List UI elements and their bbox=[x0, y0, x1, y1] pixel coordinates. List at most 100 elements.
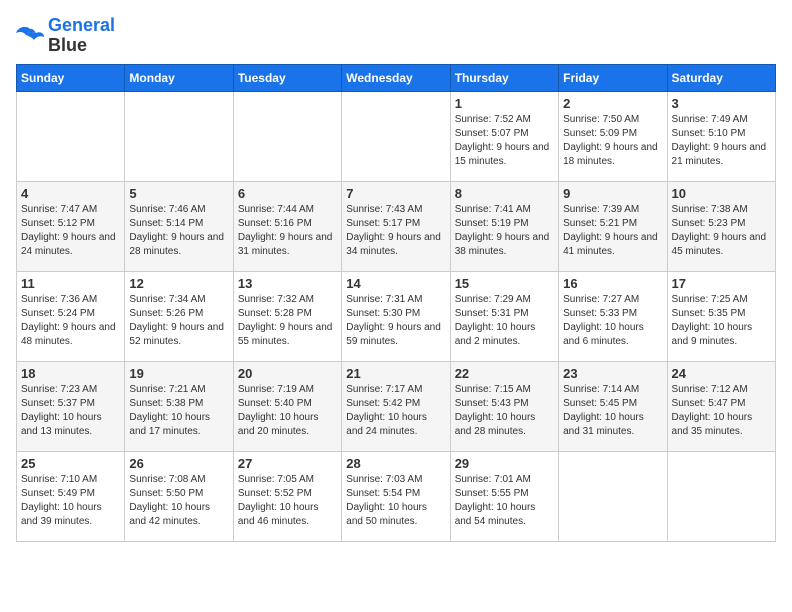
day-number: 7 bbox=[346, 186, 445, 201]
calendar-cell bbox=[233, 91, 341, 181]
calendar-cell bbox=[342, 91, 450, 181]
day-header-thursday: Thursday bbox=[450, 64, 558, 91]
calendar-cell: 7 Sunrise: 7:43 AMSunset: 5:17 PMDaylight… bbox=[342, 181, 450, 271]
day-number: 8 bbox=[455, 186, 554, 201]
logo-icon bbox=[16, 25, 44, 47]
day-detail: Sunrise: 7:25 AMSunset: 5:35 PMDaylight:… bbox=[672, 293, 771, 349]
day-number: 15 bbox=[455, 276, 554, 291]
day-number: 11 bbox=[21, 276, 120, 291]
calendar-cell: 22Sunrise: 7:15 AMSunset: 5:43 PMDayligh… bbox=[450, 361, 558, 451]
calendar-cell: 26 Sunrise: 7:08 AMSunset: 5:50 PMDayligh… bbox=[125, 451, 233, 541]
day-number: 24 bbox=[672, 366, 771, 381]
calendar-week-2: 11 Sunrise: 7:36 AMSunset: 5:24 PMDayligh… bbox=[17, 271, 776, 361]
page-header: GeneralBlue bbox=[16, 16, 776, 56]
day-header-monday: Monday bbox=[125, 64, 233, 91]
day-detail: Sunrise: 7:19 AMSunset: 5:40 PMDaylight:… bbox=[238, 383, 337, 439]
day-number: 23 bbox=[563, 366, 662, 381]
calendar-header: SundayMondayTuesdayWednesdayThursdayFrid… bbox=[17, 64, 776, 91]
day-detail: Sunrise: 7:32 AMSunset: 5:28 PMDaylight:… bbox=[238, 293, 337, 349]
day-detail: Sunrise: 7:46 AMSunset: 5:14 PMDaylight:… bbox=[129, 203, 228, 259]
day-detail: Sunrise: 7:03 AMSunset: 5:54 PMDaylight:… bbox=[346, 473, 445, 529]
calendar-cell: 12 Sunrise: 7:34 AMSunset: 5:26 PMDayligh… bbox=[125, 271, 233, 361]
day-detail: Sunrise: 7:52 AMSunset: 5:07 PMDaylight:… bbox=[455, 113, 554, 169]
day-detail: Sunrise: 7:49 AMSunset: 5:10 PMDaylight:… bbox=[672, 113, 771, 169]
day-number: 16 bbox=[563, 276, 662, 291]
calendar-cell: 25 Sunrise: 7:10 AMSunset: 5:49 PMDayligh… bbox=[17, 451, 125, 541]
day-number: 27 bbox=[238, 456, 337, 471]
calendar-cell bbox=[559, 451, 667, 541]
day-detail: Sunrise: 7:21 AMSunset: 5:38 PMDaylight:… bbox=[129, 383, 228, 439]
day-detail: Sunrise: 7:17 AMSunset: 5:42 PMDaylight:… bbox=[346, 383, 445, 439]
day-number: 12 bbox=[129, 276, 228, 291]
day-detail: Sunrise: 7:29 AMSunset: 5:31 PMDaylight:… bbox=[455, 293, 554, 349]
calendar-cell: 17 Sunrise: 7:25 AMSunset: 5:35 PMDayligh… bbox=[667, 271, 775, 361]
day-number: 19 bbox=[129, 366, 228, 381]
day-number: 13 bbox=[238, 276, 337, 291]
day-detail: Sunrise: 7:50 AMSunset: 5:09 PMDaylight:… bbox=[563, 113, 662, 169]
calendar-cell: 28 Sunrise: 7:03 AMSunset: 5:54 PMDayligh… bbox=[342, 451, 450, 541]
calendar-week-1: 4 Sunrise: 7:47 AMSunset: 5:12 PMDaylight… bbox=[17, 181, 776, 271]
day-number: 20 bbox=[238, 366, 337, 381]
day-detail: Sunrise: 7:10 AMSunset: 5:49 PMDaylight:… bbox=[21, 473, 120, 529]
day-detail: Sunrise: 7:47 AMSunset: 5:12 PMDaylight:… bbox=[21, 203, 120, 259]
day-detail: Sunrise: 7:39 AMSunset: 5:21 PMDaylight:… bbox=[563, 203, 662, 259]
day-detail: Sunrise: 7:38 AMSunset: 5:23 PMDaylight:… bbox=[672, 203, 771, 259]
day-detail: Sunrise: 7:36 AMSunset: 5:24 PMDaylight:… bbox=[21, 293, 120, 349]
day-detail: Sunrise: 7:01 AMSunset: 5:55 PMDaylight:… bbox=[455, 473, 554, 529]
calendar-week-3: 18Sunrise: 7:23 AMSunset: 5:37 PMDayligh… bbox=[17, 361, 776, 451]
calendar-cell: 8Sunrise: 7:41 AMSunset: 5:19 PMDaylight… bbox=[450, 181, 558, 271]
calendar-cell: 10 Sunrise: 7:38 AMSunset: 5:23 PMDayligh… bbox=[667, 181, 775, 271]
day-detail: Sunrise: 7:34 AMSunset: 5:26 PMDaylight:… bbox=[129, 293, 228, 349]
calendar-cell: 14Sunrise: 7:31 AMSunset: 5:30 PMDayligh… bbox=[342, 271, 450, 361]
calendar-cell bbox=[17, 91, 125, 181]
calendar-cell: 13 Sunrise: 7:32 AMSunset: 5:28 PMDayligh… bbox=[233, 271, 341, 361]
day-detail: Sunrise: 7:05 AMSunset: 5:52 PMDaylight:… bbox=[238, 473, 337, 529]
day-number: 4 bbox=[21, 186, 120, 201]
day-detail: Sunrise: 7:08 AMSunset: 5:50 PMDaylight:… bbox=[129, 473, 228, 529]
day-header-sunday: Sunday bbox=[17, 64, 125, 91]
calendar-cell bbox=[667, 451, 775, 541]
calendar-cell: 4 Sunrise: 7:47 AMSunset: 5:12 PMDaylight… bbox=[17, 181, 125, 271]
day-number: 26 bbox=[129, 456, 228, 471]
day-number: 10 bbox=[672, 186, 771, 201]
day-number: 3 bbox=[672, 96, 771, 111]
day-detail: Sunrise: 7:15 AMSunset: 5:43 PMDaylight:… bbox=[455, 383, 554, 439]
calendar-cell: 15 Sunrise: 7:29 AMSunset: 5:31 PMDayligh… bbox=[450, 271, 558, 361]
calendar-cell: 11 Sunrise: 7:36 AMSunset: 5:24 PMDayligh… bbox=[17, 271, 125, 361]
day-number: 5 bbox=[129, 186, 228, 201]
calendar-cell: 1 Sunrise: 7:52 AMSunset: 5:07 PMDaylight… bbox=[450, 91, 558, 181]
day-number: 9 bbox=[563, 186, 662, 201]
day-detail: Sunrise: 7:44 AMSunset: 5:16 PMDaylight:… bbox=[238, 203, 337, 259]
day-header-saturday: Saturday bbox=[667, 64, 775, 91]
day-number: 6 bbox=[238, 186, 337, 201]
calendar-cell: 5 Sunrise: 7:46 AMSunset: 5:14 PMDaylight… bbox=[125, 181, 233, 271]
calendar-cell: 2Sunrise: 7:50 AMSunset: 5:09 PMDaylight… bbox=[559, 91, 667, 181]
day-number: 17 bbox=[672, 276, 771, 291]
day-detail: Sunrise: 7:23 AMSunset: 5:37 PMDaylight:… bbox=[21, 383, 120, 439]
calendar-cell: 3 Sunrise: 7:49 AMSunset: 5:10 PMDaylight… bbox=[667, 91, 775, 181]
day-header-wednesday: Wednesday bbox=[342, 64, 450, 91]
calendar-table: SundayMondayTuesdayWednesdayThursdayFrid… bbox=[16, 64, 776, 542]
calendar-week-0: 1 Sunrise: 7:52 AMSunset: 5:07 PMDaylight… bbox=[17, 91, 776, 181]
day-number: 1 bbox=[455, 96, 554, 111]
calendar-cell: 9 Sunrise: 7:39 AMSunset: 5:21 PMDaylight… bbox=[559, 181, 667, 271]
day-number: 28 bbox=[346, 456, 445, 471]
day-header-friday: Friday bbox=[559, 64, 667, 91]
calendar-week-4: 25 Sunrise: 7:10 AMSunset: 5:49 PMDayligh… bbox=[17, 451, 776, 541]
logo: GeneralBlue bbox=[16, 16, 115, 56]
day-header-tuesday: Tuesday bbox=[233, 64, 341, 91]
calendar-cell bbox=[125, 91, 233, 181]
calendar-cell: 20 Sunrise: 7:19 AMSunset: 5:40 PMDayligh… bbox=[233, 361, 341, 451]
calendar-cell: 21Sunrise: 7:17 AMSunset: 5:42 PMDayligh… bbox=[342, 361, 450, 451]
calendar-cell: 18Sunrise: 7:23 AMSunset: 5:37 PMDayligh… bbox=[17, 361, 125, 451]
day-number: 25 bbox=[21, 456, 120, 471]
day-number: 29 bbox=[455, 456, 554, 471]
calendar-cell: 6 Sunrise: 7:44 AMSunset: 5:16 PMDaylight… bbox=[233, 181, 341, 271]
day-detail: Sunrise: 7:12 AMSunset: 5:47 PMDaylight:… bbox=[672, 383, 771, 439]
day-detail: Sunrise: 7:43 AMSunset: 5:17 PMDaylight:… bbox=[346, 203, 445, 259]
calendar-cell: 24 Sunrise: 7:12 AMSunset: 5:47 PMDayligh… bbox=[667, 361, 775, 451]
logo-text: GeneralBlue bbox=[48, 16, 115, 56]
calendar-cell: 16 Sunrise: 7:27 AMSunset: 5:33 PMDayligh… bbox=[559, 271, 667, 361]
day-detail: Sunrise: 7:14 AMSunset: 5:45 PMDaylight:… bbox=[563, 383, 662, 439]
day-detail: Sunrise: 7:27 AMSunset: 5:33 PMDaylight:… bbox=[563, 293, 662, 349]
